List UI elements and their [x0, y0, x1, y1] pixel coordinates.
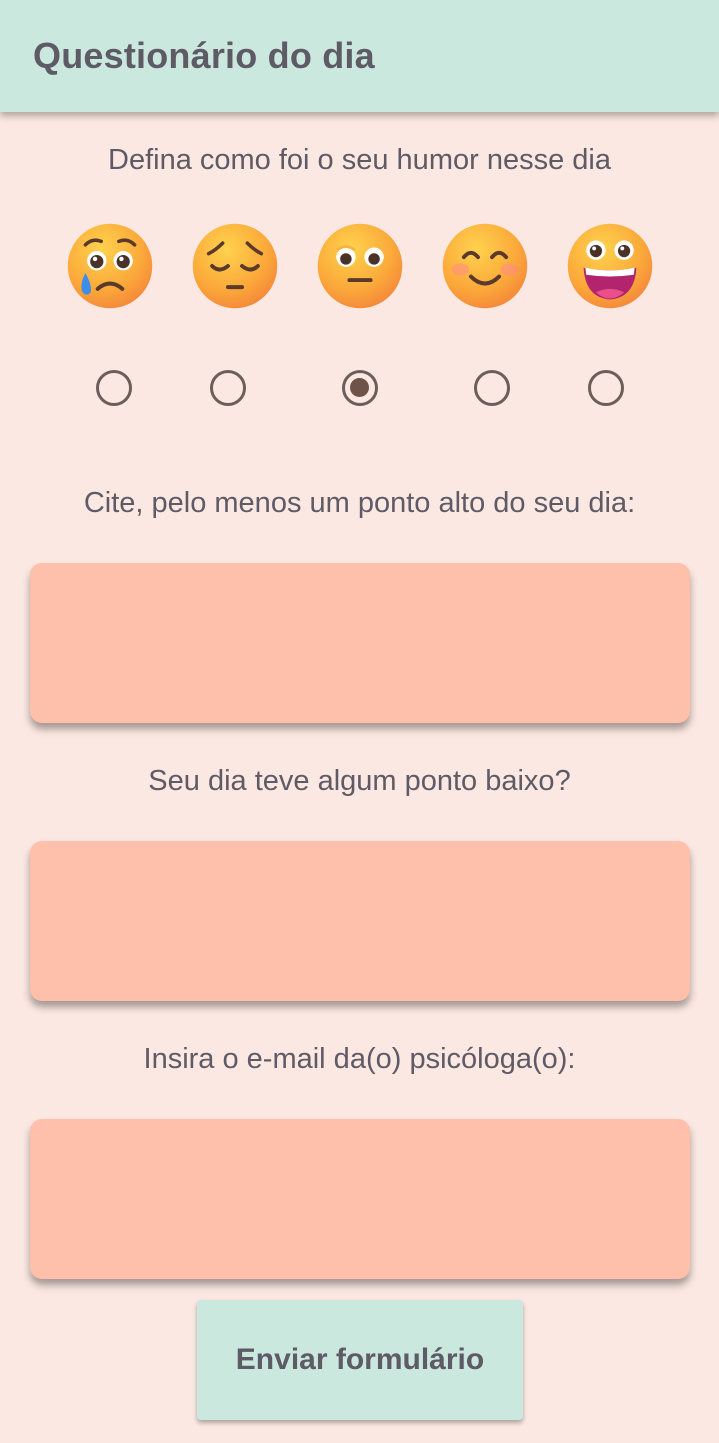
page-title: Questionário do dia — [33, 35, 375, 76]
mood-question-label: Defina como foi o seu humor nesse dia — [108, 144, 611, 176]
low-point-label: Seu dia teve algum ponto baixo? — [148, 765, 571, 797]
mood-radio-5[interactable] — [588, 370, 624, 406]
sad-tear-face-icon — [67, 223, 153, 309]
email-input[interactable] — [30, 1119, 690, 1279]
mood-radio-4[interactable] — [474, 370, 510, 406]
high-point-label: Cite, pelo menos um ponto alto do seu di… — [83, 487, 636, 519]
email-label: Insira o e-mail da(o) psicóloga(o): — [143, 1043, 576, 1075]
smiling-blush-face-icon — [442, 223, 528, 309]
mood-radio-2[interactable] — [210, 370, 246, 406]
mood-radio-3[interactable] — [342, 370, 378, 406]
pensive-face-icon — [192, 223, 278, 309]
neutral-face-icon — [317, 223, 403, 309]
mood-radio-1[interactable] — [96, 370, 132, 406]
low-point-input[interactable] — [30, 841, 690, 1001]
submit-form-button[interactable]: Enviar formulário — [197, 1300, 523, 1420]
high-point-input[interactable] — [30, 563, 690, 723]
app-bar: Questionário do dia — [0, 0, 719, 112]
grinning-face-icon — [567, 223, 653, 309]
